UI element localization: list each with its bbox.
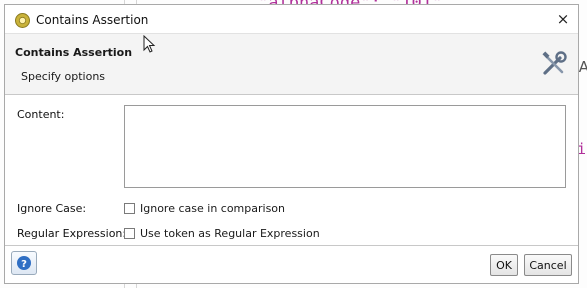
wrench-screwdriver-icon xyxy=(542,51,567,75)
window-title: Contains Assertion xyxy=(36,13,149,27)
background-glyph: A xyxy=(578,58,587,76)
content-label: Content: xyxy=(17,108,65,121)
regex-option-label[interactable]: Use token as Regular Expression xyxy=(140,227,320,240)
regex-row[interactable]: Use token as Regular Expression xyxy=(124,227,320,240)
ignore-case-label: Ignore Case: xyxy=(17,202,87,215)
help-icon: ? xyxy=(17,256,31,270)
ok-button[interactable]: OK xyxy=(490,254,518,276)
close-icon: × xyxy=(556,10,570,28)
header-title: Contains Assertion xyxy=(15,46,133,59)
content-textarea[interactable] xyxy=(124,105,566,188)
cancel-button[interactable]: Cancel xyxy=(524,254,572,276)
ignore-case-row[interactable]: Ignore case in comparison xyxy=(124,202,285,215)
ignore-case-checkbox[interactable] xyxy=(124,203,135,214)
help-button[interactable]: ? xyxy=(11,251,37,275)
regex-label: Regular Expression: xyxy=(17,227,127,240)
dialog-footer: ? OK Cancel xyxy=(5,245,578,283)
header-subtitle: Specify options xyxy=(21,70,106,83)
mouse-cursor-icon xyxy=(143,35,156,53)
close-button[interactable]: × xyxy=(552,9,574,29)
soapui-app-icon xyxy=(15,13,30,28)
ignore-case-option-label[interactable]: Ignore case in comparison xyxy=(140,202,285,215)
options-panel: Content: Ignore Case: Ignore case in com… xyxy=(5,94,578,246)
dialog-header: Contains Assertion Specify options xyxy=(5,33,578,95)
regex-checkbox[interactable] xyxy=(124,228,135,239)
title-bar[interactable]: Contains Assertion × xyxy=(5,5,578,33)
contains-assertion-dialog: Contains Assertion × Contains Assertion … xyxy=(4,4,579,284)
svg-text:?: ? xyxy=(21,259,27,270)
